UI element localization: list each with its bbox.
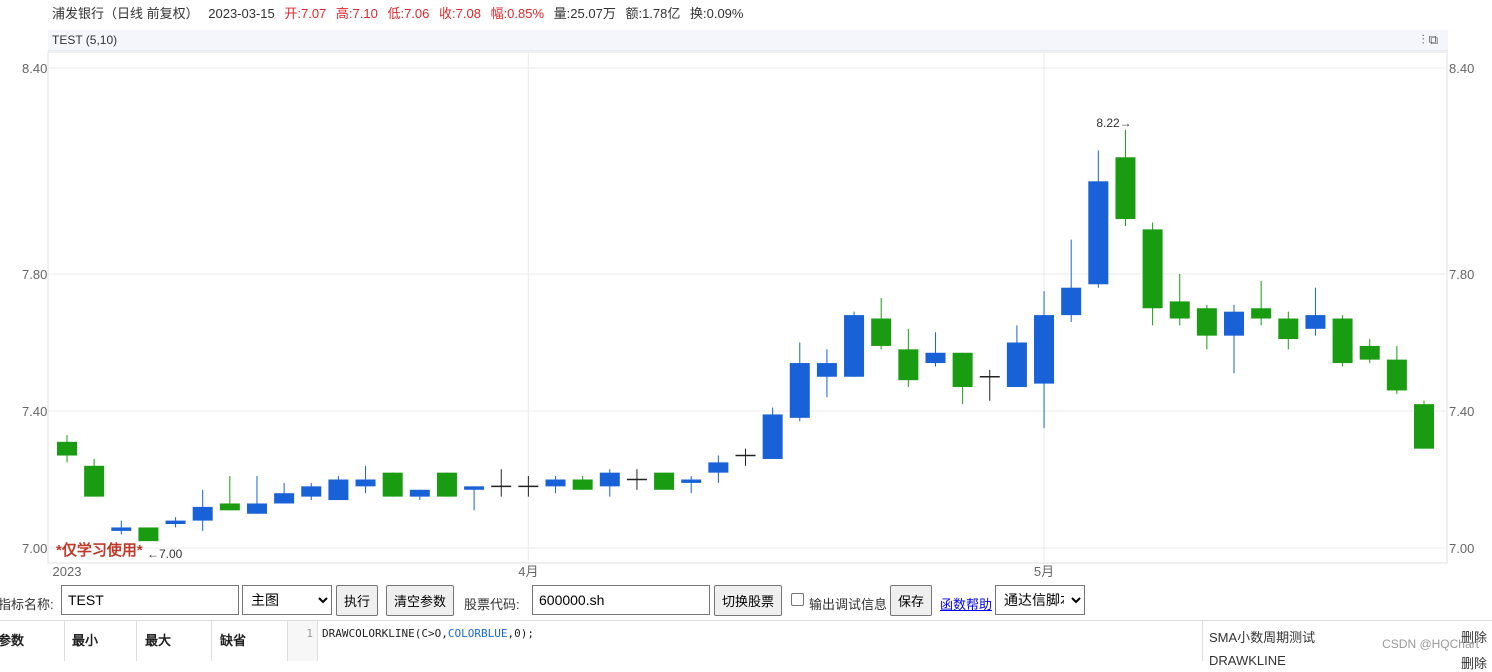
candle-body: [246, 503, 267, 514]
candle-body: [382, 472, 403, 497]
candle-body: [898, 349, 919, 381]
plot-frame: [47, 51, 1448, 564]
params-table: 参数 最小 最大 缺省: [0, 621, 288, 661]
min-price-label: ←7.00: [147, 547, 183, 561]
candle-body: [1224, 311, 1245, 336]
candle-body: [1386, 359, 1407, 391]
candle-body: [1251, 308, 1272, 319]
switch-stock-button[interactable]: 切换股票: [714, 585, 783, 616]
candle-body: [57, 441, 77, 456]
line-number-gutter: 1: [288, 621, 318, 661]
candle-body: [599, 472, 620, 487]
script-list-item[interactable]: DRAWKLINE: [1209, 653, 1286, 668]
x-tick-label: 4月: [518, 564, 538, 579]
code-editor[interactable]: DRAWCOLORKLINE(C>O,COLORBLUE,0);: [322, 627, 534, 640]
study-only-watermark: *仅学习使用*: [56, 541, 143, 559]
script-list: SMA小数周期测试 删除 DRAWKLINE 删除 CSDN @HQChart: [1202, 621, 1492, 671]
candle-body: [409, 489, 430, 497]
candle-body: [925, 352, 946, 364]
debug-checkbox[interactable]: [791, 593, 804, 606]
candle-body: [844, 315, 865, 377]
candle-body: [1061, 287, 1082, 316]
params-header-default: 缺省: [220, 621, 288, 661]
csdn-watermark: CSDN @HQChart: [1382, 637, 1479, 651]
candle-body: [1034, 315, 1055, 384]
indicator-name-label: 指标名称:: [0, 597, 54, 612]
candle-body: [1006, 342, 1027, 388]
y-tick-label-left: 7.80: [22, 267, 47, 282]
kline-chart[interactable]: 8.40 8.40 7.80 7.80 7.40 7.40 7.00 7.00 2023 4月 5月…: [0, 0, 1492, 584]
candle-body: [192, 506, 213, 521]
candle-body: [1359, 345, 1380, 360]
candle-body: [274, 493, 295, 504]
y-tick-label-left: 7.00: [22, 541, 47, 556]
candle-body: [436, 472, 457, 497]
candle-body: [328, 479, 349, 501]
candle-body: [1414, 404, 1434, 449]
candle-body: [871, 318, 892, 346]
candle-body: [681, 479, 702, 483]
code-token: ,0);: [507, 627, 534, 640]
x-tick-label: 5月: [1034, 564, 1054, 579]
candle-body: [1278, 318, 1299, 340]
candle-body: [464, 486, 485, 490]
candle-body: [84, 465, 105, 497]
params-header-min: 最小: [72, 621, 137, 661]
stock-code-input[interactable]: [532, 585, 710, 615]
candle-body: [952, 352, 973, 388]
candle-body: [1305, 315, 1326, 329]
candle-body: [1115, 157, 1136, 220]
y-tick-label-left: 8.40: [22, 61, 47, 76]
params-header-name: 参数: [0, 621, 65, 661]
debug-label: 输出调试信息: [809, 597, 888, 612]
candle-body: [789, 363, 810, 418]
candle-body: [1169, 301, 1190, 319]
save-button[interactable]: 保存: [890, 585, 933, 616]
candle-body: [708, 462, 729, 473]
candle-body: [762, 414, 783, 459]
x-tick-label: 2023: [53, 564, 82, 579]
stock-code-label: 股票代码:: [464, 597, 520, 612]
y-tick-label-right: 7.80: [1449, 267, 1474, 282]
candle-body: [165, 520, 186, 525]
window-mode-select[interactable]: 主图: [242, 585, 332, 615]
candle-body: [111, 527, 132, 531]
editor-area: 参数 最小 最大 缺省 1 DRAWCOLORKLINE(C>O,COLORBL…: [0, 620, 1492, 671]
y-tick-label-left: 7.40: [22, 404, 47, 419]
candle-body: [1142, 229, 1163, 309]
indicator-name-input[interactable]: [61, 585, 239, 615]
candle-body: [1088, 181, 1109, 285]
function-help-link[interactable]: 函数帮助: [940, 594, 992, 613]
candle-body: [654, 472, 675, 490]
script-list-item[interactable]: SMA小数周期测试: [1209, 627, 1315, 646]
candle-body: [355, 479, 376, 487]
delete-link[interactable]: 删除: [1461, 653, 1487, 672]
y-tick-label-right: 7.40: [1449, 404, 1474, 419]
code-token: DRAWCOLORKLINE(C>O,: [322, 627, 448, 640]
code-token-keyword: COLORBLUE: [447, 627, 508, 640]
params-header-max: 最大: [145, 621, 212, 661]
candle-body: [138, 527, 159, 542]
script-type-select[interactable]: 通达信脚本: [995, 585, 1085, 615]
candle-body: [301, 486, 322, 497]
candle-body: [545, 479, 566, 487]
candle-body: [572, 479, 593, 490]
candle-body: [1196, 308, 1217, 336]
candle-body: [1332, 318, 1353, 364]
run-button[interactable]: 执行: [336, 585, 379, 616]
clear-params-button[interactable]: 清空参数: [386, 585, 455, 616]
y-tick-label-right: 8.40: [1449, 61, 1474, 76]
y-tick-label-right: 7.00: [1449, 541, 1474, 556]
candle-body: [816, 363, 837, 377]
max-price-label: 8.22→: [1096, 116, 1131, 130]
indicator-controls: 指标名称: 主图 执行 清空参数 股票代码: 切换股票 输出调试信息 保存 函数…: [0, 584, 1492, 618]
candle-body: [219, 503, 240, 511]
